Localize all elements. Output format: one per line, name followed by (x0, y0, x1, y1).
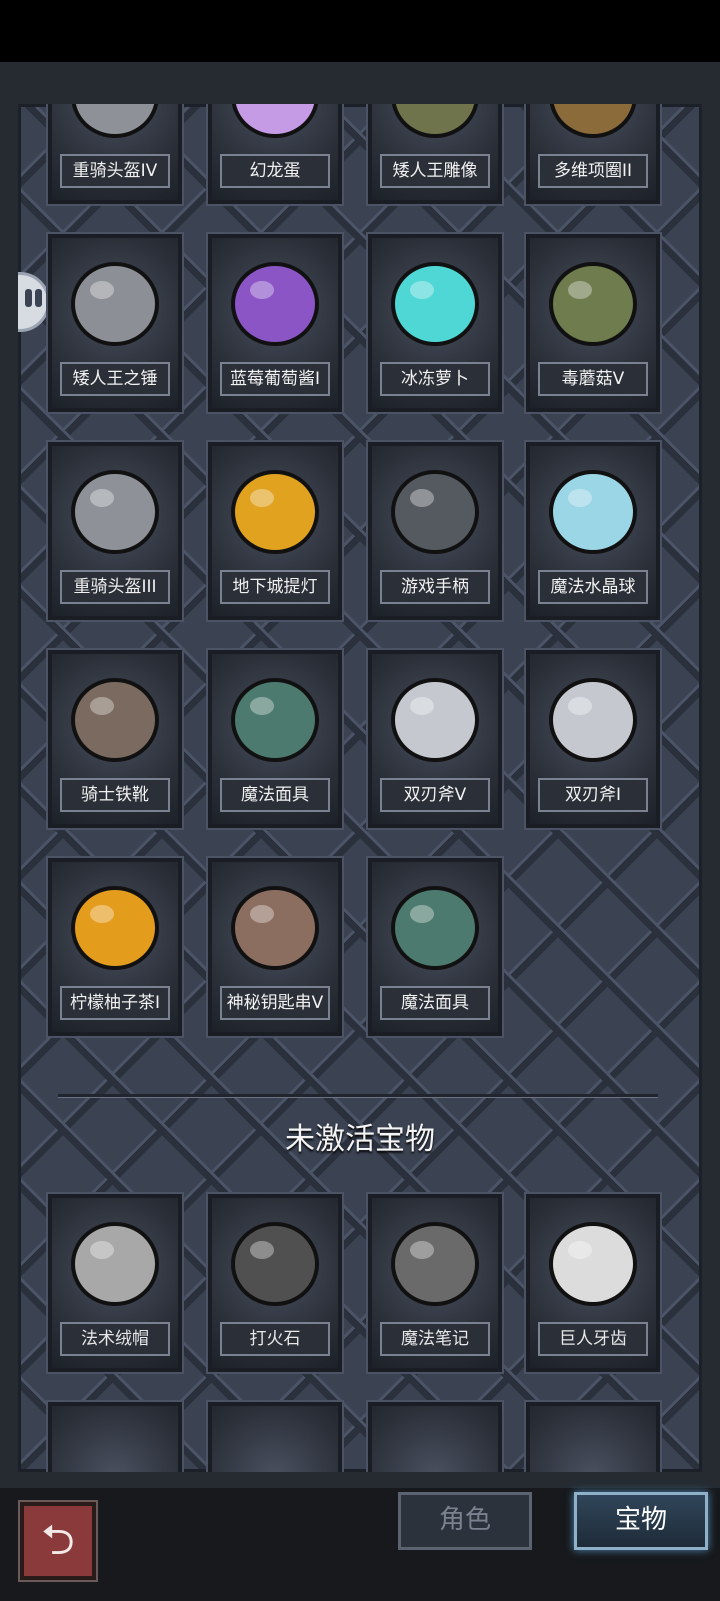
dragon-egg-icon (231, 104, 319, 138)
item-name-label: 矮人王之锤 (60, 362, 170, 396)
item-name-label: 巨人牙齿 (538, 1322, 648, 1356)
tab-treasure[interactable]: 宝物 (574, 1492, 708, 1550)
double-axe-icon (391, 678, 479, 762)
item-card[interactable]: 魔法水晶球 (526, 442, 660, 620)
item-name-label: 魔法笔记 (380, 1322, 490, 1356)
bottom-bar: ⮌ 角色 宝物 (0, 1488, 720, 1601)
item-card[interactable] (526, 1402, 660, 1472)
item-card[interactable] (368, 1402, 502, 1472)
handle-dot (25, 289, 32, 307)
item-card[interactable]: 巨人牙齿 (526, 1194, 660, 1372)
item-card[interactable]: 矮人王雕像 (368, 104, 502, 204)
item-card[interactable]: 冰冻萝卜 (368, 234, 502, 412)
tea-bottle-icon (71, 886, 159, 970)
item-name-label: 矮人王雕像 (380, 154, 490, 188)
item-card[interactable]: 双刃斧I (526, 650, 660, 828)
back-button[interactable]: ⮌ (20, 1502, 96, 1580)
item-card[interactable]: 多维项圈II (526, 104, 660, 204)
item-card[interactable]: 地下城提灯 (208, 442, 342, 620)
item-name-label: 神秘钥匙串V (220, 986, 330, 1020)
keyring-icon (231, 886, 319, 970)
inactive-section-title: 未激活宝物 (285, 1122, 435, 1157)
item-name-label: 骑士铁靴 (60, 778, 170, 812)
status-bar (0, 0, 720, 62)
spell-book-icon (391, 1222, 479, 1306)
item-name-label: 魔法水晶球 (538, 570, 648, 604)
item-name-label: 魔法面具 (380, 986, 490, 1020)
item-card[interactable]: 魔法笔记 (368, 1194, 502, 1372)
collar-icon (549, 104, 637, 138)
item-card[interactable]: 游戏手柄 (368, 442, 502, 620)
fur-hat-icon (71, 1222, 159, 1306)
item-card[interactable]: 重骑头盔IV (48, 104, 182, 204)
item-card[interactable]: 重骑头盔III (48, 442, 182, 620)
magic-mask-icon (391, 886, 479, 970)
item-name-label: 地下城提灯 (220, 570, 330, 604)
item-name-label: 毒蘑菇V (538, 362, 648, 396)
item-card[interactable]: 打火石 (208, 1194, 342, 1372)
item-name-label: 魔法面具 (220, 778, 330, 812)
gamepad-icon (391, 470, 479, 554)
item-name-label: 幻龙蛋 (220, 154, 330, 188)
crystal-ball-icon (549, 470, 637, 554)
item-name-label: 冰冻萝卜 (380, 362, 490, 396)
item-name-label: 重骑头盔III (60, 570, 170, 604)
item-name-label: 双刃斧V (380, 778, 490, 812)
item-card[interactable] (208, 1402, 342, 1472)
magic-mask-icon (231, 678, 319, 762)
tab-role[interactable]: 角色 (398, 1492, 532, 1550)
item-name-label: 蓝莓葡萄酱I (220, 362, 330, 396)
double-axe-icon (549, 678, 637, 762)
handle-dot (35, 289, 42, 307)
item-card[interactable]: 毒蘑菇V (526, 234, 660, 412)
side-handle-icon[interactable] (18, 272, 50, 332)
statue-icon (391, 104, 479, 138)
giant-tooth-icon (549, 1222, 637, 1306)
item-name-label: 法术绒帽 (60, 1322, 170, 1356)
item-card[interactable]: 魔法面具 (208, 650, 342, 828)
heavy-helmet-icon (71, 104, 159, 138)
item-card[interactable]: 神秘钥匙串V (208, 858, 342, 1036)
hammer-icon (71, 262, 159, 346)
item-card[interactable]: 蓝莓葡萄酱I (208, 234, 342, 412)
iron-boots-icon (71, 678, 159, 762)
item-card[interactable]: 骑士铁靴 (48, 650, 182, 828)
treasure-panel[interactable]: 重骑头盔IV 幻龙蛋 矮人王雕像 多维项圈II 矮人王之锤 蓝莓葡萄酱I 冰冻萝卜 毒蘑菇V 重… (18, 104, 702, 1472)
item-card[interactable]: 法术绒帽 (48, 1194, 182, 1372)
poison-mushroom-icon (549, 262, 637, 346)
item-card[interactable]: 双刃斧V (368, 650, 502, 828)
frozen-radish-icon (391, 262, 479, 346)
lantern-icon (231, 470, 319, 554)
item-name-label: 多维项圈II (538, 154, 648, 188)
jam-bottle-icon (231, 262, 319, 346)
item-card[interactable] (48, 1402, 182, 1472)
item-name-label: 游戏手柄 (380, 570, 490, 604)
heavy-helmet-icon (71, 470, 159, 554)
section-divider (58, 1094, 658, 1097)
item-name-label: 柠檬柚子茶I (60, 986, 170, 1020)
item-name-label: 双刃斧I (538, 778, 648, 812)
item-card[interactable]: 矮人王之锤 (48, 234, 182, 412)
item-card[interactable]: 幻龙蛋 (208, 104, 342, 204)
item-name-label: 重骑头盔IV (60, 154, 170, 188)
item-card[interactable]: 柠檬柚子茶I (48, 858, 182, 1036)
item-name-label: 打火石 (220, 1322, 330, 1356)
flint-stone-icon (231, 1222, 319, 1306)
item-card[interactable]: 魔法面具 (368, 858, 502, 1036)
